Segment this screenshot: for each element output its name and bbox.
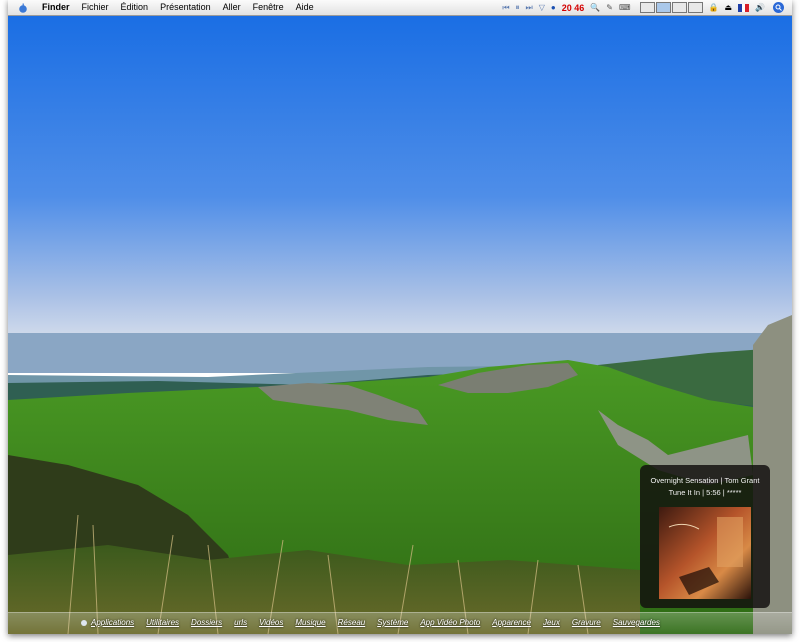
- menu-bar: Finder Fichier Édition Présentation Alle…: [8, 0, 792, 16]
- menu-finder[interactable]: Finder: [42, 2, 70, 13]
- shelf-item-jeux[interactable]: Jeux: [543, 618, 560, 627]
- shelf-item-applications[interactable]: Applications: [81, 618, 134, 627]
- french-flag-icon[interactable]: [738, 3, 750, 12]
- shelf-item-gravure[interactable]: Gravure: [572, 618, 601, 627]
- album-artwork[interactable]: [659, 507, 751, 599]
- shelf-item-label: Applications: [91, 618, 135, 627]
- spotlight-icon[interactable]: [773, 2, 784, 13]
- now-playing-widget[interactable]: Overnight Sensation | Tom Grant Tune It …: [640, 465, 770, 608]
- desktop-frame: Finder Fichier Édition Présentation Alle…: [8, 0, 792, 634]
- pause-icon[interactable]: ⏸: [516, 2, 520, 13]
- menu-aller[interactable]: Aller: [223, 2, 241, 13]
- shelf-item-urls[interactable]: urls: [234, 618, 247, 627]
- menu-edition[interactable]: Édition: [121, 2, 149, 13]
- menu-fenetre[interactable]: Fenêtre: [253, 2, 284, 13]
- shelf-item-systeme[interactable]: Système: [377, 618, 408, 627]
- next-track-icon[interactable]: ⏭: [526, 2, 533, 13]
- shelf-item-app-video-photo[interactable]: App Vidéo Photo: [420, 618, 480, 627]
- keyboard-icon[interactable]: ⌨: [619, 2, 631, 13]
- triangle-down-icon[interactable]: ▽: [539, 2, 545, 13]
- shelf-item-apparence[interactable]: Apparence: [492, 618, 531, 627]
- space-4[interactable]: [687, 2, 703, 13]
- lock-icon[interactable]: 🔒: [709, 2, 719, 13]
- bottom-shelf: Applications Utilitaires Dossiers urls V…: [8, 612, 792, 634]
- shelf-applications-icon: [81, 619, 87, 626]
- now-playing-track-info: Tune It In | 5:56 | *****: [668, 488, 742, 497]
- space-3[interactable]: [671, 2, 687, 13]
- shelf-item-reseau[interactable]: Réseau: [338, 618, 366, 627]
- space-2[interactable]: [655, 2, 671, 13]
- volume-icon[interactable]: 🔊: [755, 2, 765, 13]
- spaces-switcher[interactable]: [639, 2, 703, 13]
- eject-icon[interactable]: ⏏: [724, 2, 732, 13]
- magnifier-icon[interactable]: 🔍: [590, 2, 600, 13]
- menu-fichier[interactable]: Fichier: [82, 2, 109, 13]
- shelf-item-dossiers[interactable]: Dossiers: [191, 618, 222, 627]
- shelf-item-sauvegardes[interactable]: Sauvegardes: [613, 618, 660, 627]
- menu-aide[interactable]: Aide: [296, 2, 314, 13]
- shelf-item-utilitaires[interactable]: Utilitaires: [146, 618, 179, 627]
- space-1[interactable]: [639, 2, 655, 13]
- apple-menu-icon[interactable]: [18, 3, 28, 13]
- shelf-item-musique[interactable]: Musique: [295, 618, 325, 627]
- globe-icon[interactable]: ●: [551, 2, 556, 13]
- previous-track-icon[interactable]: ⏮: [502, 2, 509, 13]
- shelf-item-videos[interactable]: Vidéos: [259, 618, 283, 627]
- menu-presentation[interactable]: Présentation: [160, 2, 211, 13]
- script-icon[interactable]: ✎: [606, 2, 613, 13]
- now-playing-album-artist: Overnight Sensation | Tom Grant: [650, 476, 760, 485]
- menubar-clock[interactable]: 20 46: [562, 3, 585, 13]
